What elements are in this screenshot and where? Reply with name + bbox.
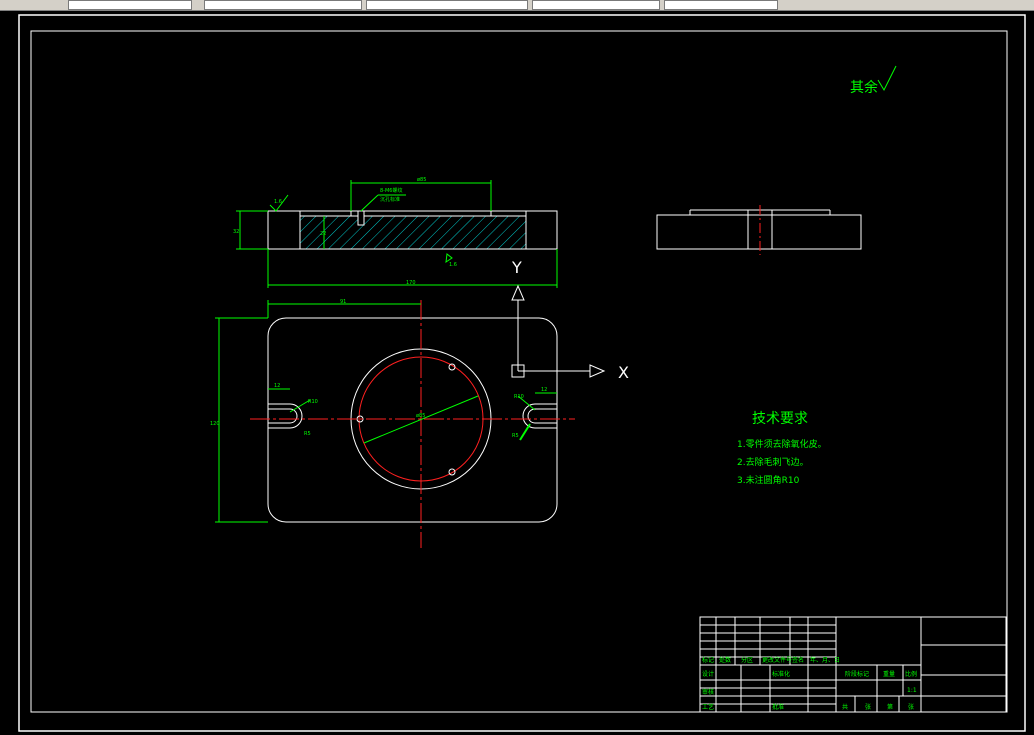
toolbar-strip bbox=[0, 0, 1034, 11]
dim-slot-r-right: R10 bbox=[514, 394, 524, 400]
tb-label-sheets1: 张 bbox=[865, 703, 871, 711]
dim-overall-width: 170 bbox=[406, 280, 416, 286]
roughness-note: 其余 bbox=[850, 79, 878, 96]
dim-slot-r-left2: R5 bbox=[304, 431, 311, 437]
sheet-outer-frame bbox=[18, 14, 1026, 732]
dim-height: 32 bbox=[233, 229, 239, 235]
tb-label-sign: 签名 bbox=[792, 656, 804, 664]
rough-bottom-symbol bbox=[445, 253, 453, 264]
tech-req-heading: 技术要求 bbox=[752, 411, 808, 427]
dim-slot-r-right2: R5 bbox=[512, 433, 519, 439]
tb-scale-value: 1:1 bbox=[907, 687, 917, 694]
tb-label-date: 年、月、日 bbox=[810, 656, 840, 664]
tb-label-weight: 重量 bbox=[883, 670, 895, 678]
ucs-x-label: X bbox=[618, 363, 629, 382]
tb-label-no: 第 bbox=[887, 703, 893, 711]
dim-slot-left: 12 bbox=[274, 383, 280, 389]
tech-requirements: 技术要求 1.零件须去除氧化皮。 2.去除毛刺飞边。 3.未注圆角R10 bbox=[737, 411, 827, 486]
tech-req-item-2: 2.去除毛刺飞边。 bbox=[737, 456, 809, 468]
ucs-y-label: Y bbox=[511, 258, 522, 277]
tb-label-stage: 阶段标记 bbox=[845, 670, 869, 678]
tech-req-item-1: 1.零件须去除氧化皮。 bbox=[737, 438, 827, 450]
hole-note-2: 沉孔标准 bbox=[380, 196, 400, 203]
tb-label-sheets2: 张 bbox=[908, 703, 914, 711]
ucs-icon: Y X bbox=[511, 258, 629, 382]
tb-label-total: 共 bbox=[842, 703, 848, 711]
dim-half-width: 91 bbox=[340, 299, 346, 305]
dim-slot-right: 12 bbox=[541, 387, 547, 393]
tb-label-zone: 分区 bbox=[741, 656, 753, 664]
tech-req-item-3: 3.未注圆角R10 bbox=[737, 474, 800, 486]
cad-drawing: 其余 ø85 8-M6螺纹 沉孔标准 32 22 1.6 1.6 170 ø85… bbox=[18, 14, 1026, 732]
rough-bottom: 1.6 bbox=[449, 262, 457, 268]
tb-label-design: 设计 bbox=[702, 670, 714, 678]
tb-label-standard: 标准化 bbox=[772, 670, 790, 678]
tb-label-change: 更改文件号 bbox=[762, 656, 792, 664]
front-section-view: ø85 8-M6螺纹 沉孔标准 32 22 1.6 1.6 170 bbox=[233, 177, 558, 288]
side-view bbox=[656, 205, 862, 255]
tb-label-process: 工艺 bbox=[702, 703, 714, 711]
title-block bbox=[699, 616, 1007, 713]
title-block-labels: 标记 处数 分区 更改文件号 签名 年、月、日 设计 标准化 阶段标记 重量 比… bbox=[702, 656, 917, 711]
dim-diameter: ø85 bbox=[416, 413, 425, 419]
dim-overall-height: 120 bbox=[210, 421, 220, 427]
toolbar-field-2[interactable] bbox=[204, 0, 362, 10]
dim-inner: 22 bbox=[320, 231, 326, 237]
hole-note-1: 8-M6螺纹 bbox=[380, 187, 402, 194]
toolbar-field-1[interactable] bbox=[68, 0, 192, 10]
toolbar-field-3[interactable] bbox=[366, 0, 528, 10]
tb-label-mark: 标记 bbox=[702, 656, 714, 664]
top-view: ø85 120 91 12 12 R10 R5 R10 R5 bbox=[210, 299, 575, 548]
roughness-symbol bbox=[877, 65, 897, 92]
tb-label-review: 审核 bbox=[702, 688, 714, 696]
dim-slot-r-left: R10 bbox=[308, 399, 318, 405]
tb-label-count: 处数 bbox=[719, 656, 731, 664]
toolbar-field-5[interactable] bbox=[664, 0, 778, 10]
toolbar-field-4[interactable] bbox=[532, 0, 660, 10]
dim-top-width: ø85 bbox=[417, 177, 426, 183]
tb-label-scale: 比例 bbox=[905, 670, 917, 678]
tb-label-approve: 批准 bbox=[772, 703, 784, 711]
drawing-canvas[interactable]: 其余 ø85 8-M6螺纹 沉孔标准 32 22 1.6 1.6 170 ø85… bbox=[0, 11, 1034, 735]
